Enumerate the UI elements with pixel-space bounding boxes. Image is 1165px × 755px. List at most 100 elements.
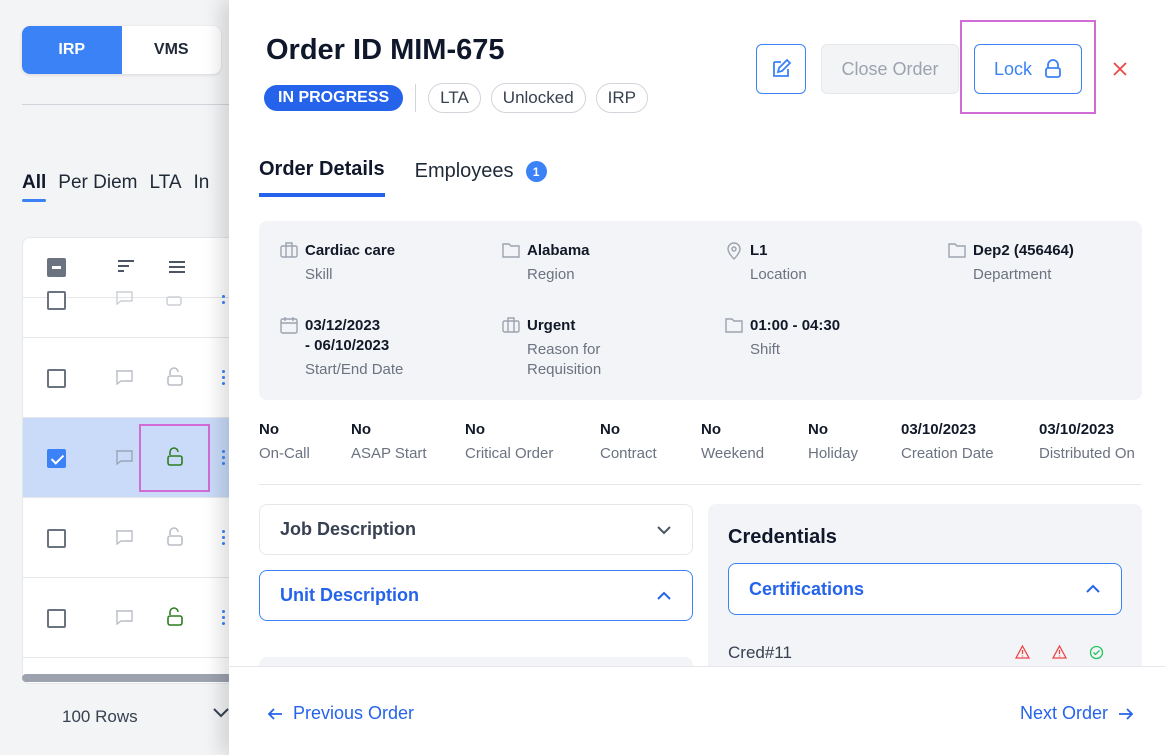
flag-value: 03/10/2023 [1039,421,1115,438]
drawer-tabs: Order Details Employees 1 [259,158,547,197]
flag-label: Weekend [701,445,765,462]
flag-contract: No Contract [600,420,657,464]
row-checkbox[interactable] [47,609,66,628]
order-details-drawer: Order ID MIM-675 IN PROGRESS LTA Unlocke… [229,0,1165,755]
flag-label: Distributed On [1039,445,1135,462]
close-order-button[interactable]: Close Order [821,44,959,94]
unit-description-accordion[interactable]: Unit Description [259,570,693,621]
unlocked-icon[interactable] [165,366,185,388]
job-description-accordion[interactable]: Job Description [259,504,693,555]
divider [415,84,417,112]
status-badge: IN PROGRESS [264,85,404,111]
folder-icon [725,318,743,333]
toggle-irp[interactable]: IRP [22,26,122,74]
flag-label: Critical Order [465,445,554,462]
briefcase-icon [280,242,298,258]
page-title: Order ID MIM-675 [266,34,505,66]
flag-value: No [808,421,828,438]
highlight-box [960,20,1096,114]
tab-all[interactable]: All [22,172,47,202]
close-icon[interactable] [1109,58,1131,80]
drawer-footer: Previous Order Next Order [229,666,1165,755]
comment-icon[interactable] [115,450,133,466]
table-row[interactable] [23,578,251,658]
shift-value: 01:00 - 04:30 [750,317,841,334]
flag-value: No [600,421,620,438]
unlocked-icon[interactable] [165,526,185,548]
reason-label: Reason for [527,341,601,358]
start-date-value: 03/12/2023 [305,317,381,334]
row-actions-icon[interactable] [222,370,226,388]
credential-status-icons [1015,645,1104,660]
unlocked-icon[interactable] [165,606,185,628]
flag-weekend: No Weekend [701,420,764,464]
horizontal-scrollbar[interactable] [22,674,232,682]
irp-vms-toggle: IRP VMS [22,26,221,74]
flag-value: No [465,421,485,438]
row-actions-icon[interactable] [222,610,226,628]
tab-label: Order Details [259,158,385,180]
rows-per-page-select[interactable]: 100 Rows [22,690,232,744]
department-label: Department [973,266,1052,283]
row-checkbox[interactable] [47,529,66,548]
warning-icon [1052,645,1067,659]
next-order-button[interactable]: Next Order [1020,703,1134,724]
dates-label: Start/End Date [305,361,404,378]
chevron-up-icon [657,591,671,600]
row-actions-icon[interactable] [222,530,226,548]
reason-value: Urgent [527,317,576,334]
chevron-down-icon [657,525,671,534]
row-checkbox-checked[interactable] [47,449,66,468]
comment-icon[interactable] [115,291,133,305]
row-actions-icon[interactable] [222,450,226,468]
highlight-box [139,424,210,492]
tab-employees[interactable]: Employees 1 [415,158,547,197]
edit-button[interactable] [756,44,806,94]
tab-more[interactable]: In [194,172,210,194]
certifications-accordion[interactable]: Certifications [728,563,1122,615]
toggle-vms[interactable]: VMS [122,26,222,74]
table-row[interactable] [23,258,251,338]
comment-icon[interactable] [115,530,133,546]
chip-order-type: LTA [428,83,481,113]
check-circle-icon [1089,645,1104,660]
orders-grid [22,237,252,684]
flag-label: Contract [600,445,657,462]
info-location: L1 Location [724,241,807,285]
row-actions-icon[interactable] [222,295,226,307]
rows-per-page-value: 100 Rows [62,707,138,726]
table-row[interactable] [23,338,251,418]
divider [22,104,232,105]
row-checkbox[interactable] [47,291,66,310]
accordion-title: Unit Description [280,585,420,605]
info-department: Dep2 (456464) Department [947,241,1074,285]
row-checkbox[interactable] [47,369,66,388]
tab-label: Employees [414,160,514,182]
previous-order-button[interactable]: Previous Order [267,703,414,724]
tab-per-diem[interactable]: Per Diem [58,172,137,194]
flag-label: Holiday [808,445,859,462]
calendar-icon [280,317,298,334]
chip-system: IRP [595,83,649,113]
info-shift: 01:00 - 04:30 Shift [724,316,840,360]
tab-order-details[interactable]: Order Details [259,158,385,197]
accordion-title: Certifications [749,578,865,599]
unlocked-icon[interactable] [165,290,183,306]
table-row[interactable] [23,498,251,578]
reason-label-2: Requisition [527,361,602,378]
table-row-selected[interactable] [23,418,251,498]
tab-lta[interactable]: LTA [149,172,181,194]
folder-icon [502,243,520,258]
shift-label: Shift [750,341,781,358]
comment-icon[interactable] [115,370,133,386]
order-badges: IN PROGRESS LTA Unlocked IRP [264,83,649,113]
chevron-up-icon [1086,584,1100,593]
location-value: L1 [750,242,768,259]
flag-value: No [701,421,721,438]
region-value: Alabama [527,242,590,259]
edit-icon [773,58,792,77]
flag-asap-start: No ASAP Start [351,420,427,464]
arrow-right-icon [1119,707,1134,720]
comment-icon[interactable] [115,610,133,626]
credentials-panel: Credentials Certifications Cred#11 [708,504,1142,674]
